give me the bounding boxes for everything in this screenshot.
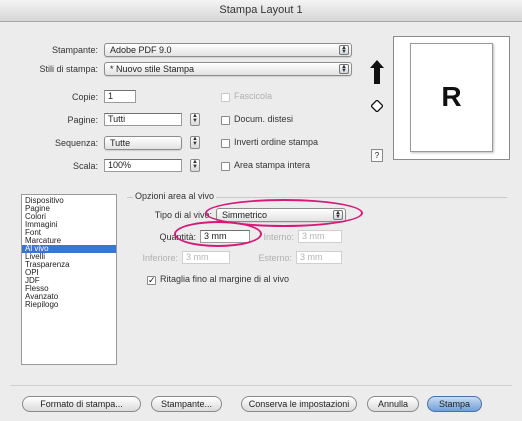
bleed-outside-label: Esterno: [258,253,292,263]
bleed-type-label: Tipo di al vivo: [154,210,212,220]
printer-popup[interactable]: Adobe PDF 9.0 ▲ ▼ [104,43,352,57]
orientation-icon[interactable] [370,99,384,113]
bleed-inside-input[interactable]: 3 mm [298,230,342,243]
print-button[interactable]: Stampa [427,396,482,412]
full-print-area-checkbox[interactable] [221,162,230,171]
pages-input[interactable]: Tutti [104,113,182,126]
scale-stepper-icon[interactable]: ▲ ▼ [190,159,200,172]
copies-input[interactable]: 1 [104,90,136,103]
category-list[interactable]: Dispositivo Pagine Colori Immagini Font … [21,194,117,365]
bleed-bottom-label: Inferiore: [142,253,178,263]
reverse-order-label: Inverti ordine stampa [234,137,319,147]
preview-help-button[interactable]: ? [371,149,383,162]
print-style-value: * Nuovo stile Stampa [110,64,195,74]
printer-label: Stampante: [51,45,98,55]
pages-label: Pagine: [67,115,98,125]
bleed-outside-input[interactable]: 3 mm [296,251,342,264]
collate-checkbox[interactable] [221,93,230,102]
window-title: Stampa Layout 1 [0,0,522,22]
reverse-order-checkbox[interactable] [221,139,230,148]
paper-feed-arrow-icon [370,60,384,84]
spreads-checkbox[interactable] [221,116,230,125]
cancel-button[interactable]: Annulla [367,396,419,412]
spreads-label: Docum. distesi [234,114,294,124]
bleed-inside-label: Interno: [263,232,294,242]
scale-label: Scala: [72,161,98,171]
print-style-popup[interactable]: * Nuovo stile Stampa ▲ ▼ [104,62,352,76]
bleed-bottom-input[interactable]: 3 mm [182,251,230,264]
clip-to-bleed-label: Ritaglia fino al margine di al vivo [160,274,290,284]
sequence-value: Tutte [110,138,131,148]
sequence-popup[interactable]: Tutte [104,136,182,150]
sequence-label: Sequenza: [54,138,98,148]
printer-value: Adobe PDF 9.0 [110,45,172,55]
printer-button[interactable]: Stampante... [151,396,222,412]
sequence-arrows-icon[interactable]: ▲ ▼ [190,136,200,149]
page-setup-button[interactable]: Formato di stampa... [22,396,141,412]
popup-arrows-icon: ▲ ▼ [339,45,349,55]
print-style-label: Stili di stampa: [39,64,98,74]
list-item[interactable]: Riepilogo [22,301,116,309]
pages-stepper-icon[interactable]: ▲ ▼ [190,113,200,126]
scale-input[interactable]: 100% [104,159,182,172]
clip-to-bleed-checkbox[interactable]: ✓ [147,276,156,285]
preview-page: R [410,43,493,152]
divider [10,385,512,386]
highlight-ellipse-bleed-amount [174,221,262,247]
save-settings-button[interactable]: Conserva le impostazioni [241,396,357,412]
full-print-area-label: Area stampa intera [234,160,311,170]
popup-arrows-icon: ▲ ▼ [339,64,349,74]
bleed-group-title: Opzioni area al vivo [133,191,217,201]
copies-label: Copie: [71,92,98,102]
collate-label: Fascicola [234,91,273,101]
